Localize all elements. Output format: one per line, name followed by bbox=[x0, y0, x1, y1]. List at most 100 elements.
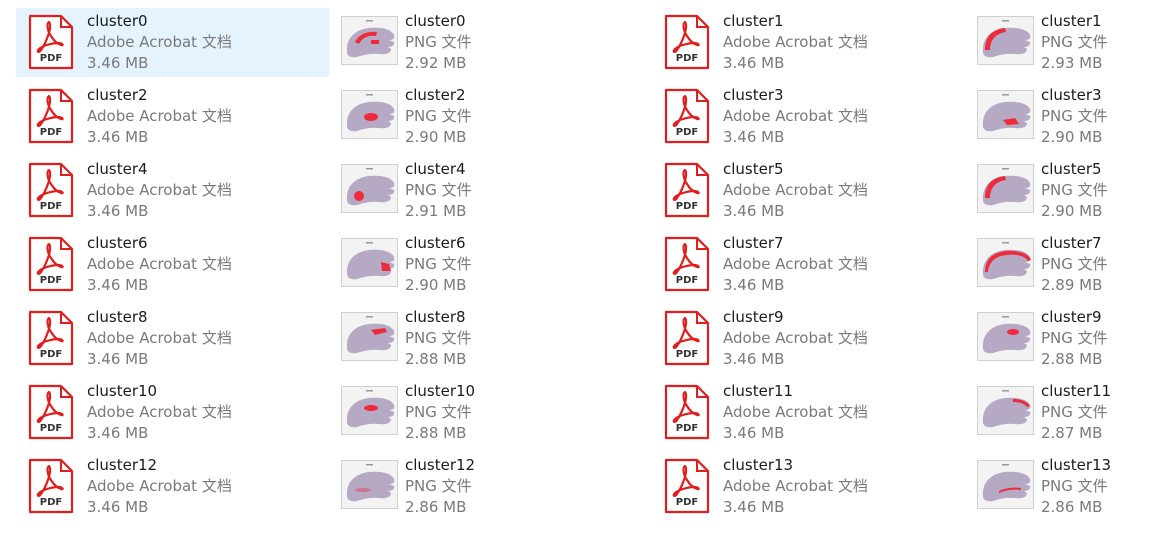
pdf-file-icon: PDF bbox=[28, 162, 74, 218]
thumbnail-wrapper bbox=[977, 16, 1034, 65]
pdf-icon-wrapper: PDF bbox=[663, 457, 711, 515]
png-thumbnail-icon bbox=[341, 312, 398, 361]
pdf-badge-label: PDF bbox=[40, 127, 62, 138]
pdf-badge-label: PDF bbox=[40, 275, 62, 286]
file-item-pdf[interactable]: PDF cluster8 Adobe Acrobat 文档 3.46 MB bbox=[16, 304, 329, 373]
file-grid: PDF cluster0 Adobe Acrobat 文档 3.46 MB cluste… bbox=[16, 8, 1151, 528]
pdf-icon-wrapper: PDF bbox=[663, 13, 711, 71]
file-item-png[interactable]: cluster9 PNG 文件 2.88 MB bbox=[970, 304, 1151, 373]
file-item-png[interactable]: cluster3 PNG 文件 2.90 MB bbox=[970, 82, 1151, 151]
pdf-file-icon: PDF bbox=[664, 88, 710, 144]
file-size: 2.86 MB bbox=[405, 498, 467, 516]
thumbnail-wrapper bbox=[341, 164, 398, 213]
file-size: 3.46 MB bbox=[723, 424, 785, 442]
pdf-icon-wrapper: PDF bbox=[27, 457, 75, 515]
file-name: cluster2 bbox=[405, 86, 466, 104]
file-item-png[interactable]: cluster11 PNG 文件 2.87 MB bbox=[970, 378, 1151, 447]
file-size: 3.46 MB bbox=[723, 202, 785, 220]
file-details: cluster10 PNG 文件 2.88 MB bbox=[405, 381, 475, 444]
file-size: 2.93 MB bbox=[1041, 54, 1103, 72]
file-name: cluster4 bbox=[405, 160, 466, 178]
pdf-icon-wrapper: PDF bbox=[663, 161, 711, 219]
pdf-badge-label: PDF bbox=[676, 127, 698, 138]
file-name: cluster9 bbox=[723, 308, 784, 326]
file-item-png[interactable]: cluster0 PNG 文件 2.92 MB bbox=[334, 8, 647, 77]
file-item-pdf[interactable]: PDF cluster5 Adobe Acrobat 文档 3.46 MB bbox=[652, 156, 965, 225]
file-item-pdf[interactable]: PDF cluster3 Adobe Acrobat 文档 3.46 MB bbox=[652, 82, 965, 151]
file-type: Adobe Acrobat 文档 bbox=[723, 33, 868, 51]
file-item-pdf[interactable]: PDF cluster4 Adobe Acrobat 文档 3.46 MB bbox=[16, 156, 329, 225]
file-item-pdf[interactable]: PDF cluster13 Adobe Acrobat 文档 3.46 MB bbox=[652, 452, 965, 521]
file-size: 2.91 MB bbox=[405, 202, 467, 220]
file-type: PNG 文件 bbox=[405, 181, 472, 199]
file-item-pdf[interactable]: PDF cluster1 Adobe Acrobat 文档 3.46 MB bbox=[652, 8, 965, 77]
file-item-png[interactable]: cluster12 PNG 文件 2.86 MB bbox=[334, 452, 647, 521]
file-name: cluster3 bbox=[723, 86, 784, 104]
file-item-png[interactable]: cluster4 PNG 文件 2.91 MB bbox=[334, 156, 647, 225]
pdf-badge-label: PDF bbox=[40, 423, 62, 434]
pdf-icon-wrapper: PDF bbox=[663, 87, 711, 145]
file-size: 3.46 MB bbox=[723, 128, 785, 146]
file-size: 2.87 MB bbox=[1041, 424, 1103, 442]
file-details: cluster7 PNG 文件 2.89 MB bbox=[1041, 233, 1108, 296]
file-name: cluster6 bbox=[405, 234, 466, 252]
file-size: 3.46 MB bbox=[87, 276, 149, 294]
file-item-png[interactable]: cluster10 PNG 文件 2.88 MB bbox=[334, 378, 647, 447]
file-size: 3.46 MB bbox=[723, 350, 785, 368]
file-type: Adobe Acrobat 文档 bbox=[723, 181, 868, 199]
file-name: cluster7 bbox=[723, 234, 784, 252]
file-type: Adobe Acrobat 文档 bbox=[87, 477, 232, 495]
thumbnail-wrapper bbox=[977, 164, 1034, 213]
thumbnail-wrapper bbox=[341, 386, 398, 435]
file-item-pdf[interactable]: PDF cluster9 Adobe Acrobat 文档 3.46 MB bbox=[652, 304, 965, 373]
file-item-png[interactable]: cluster7 PNG 文件 2.89 MB bbox=[970, 230, 1151, 299]
file-type: PNG 文件 bbox=[405, 255, 472, 273]
file-type: PNG 文件 bbox=[1041, 403, 1108, 421]
pdf-icon-wrapper: PDF bbox=[27, 383, 75, 441]
file-item-pdf[interactable]: PDF cluster12 Adobe Acrobat 文档 3.46 MB bbox=[16, 452, 329, 521]
png-thumbnail-icon bbox=[341, 90, 398, 139]
file-details: cluster11 Adobe Acrobat 文档 3.46 MB bbox=[723, 381, 868, 444]
pdf-icon-wrapper: PDF bbox=[27, 13, 75, 71]
thumbnail-wrapper bbox=[341, 90, 398, 139]
file-name: cluster8 bbox=[87, 308, 148, 326]
file-item-png[interactable]: cluster13 PNG 文件 2.86 MB bbox=[970, 452, 1151, 521]
png-thumbnail-icon bbox=[341, 16, 398, 65]
file-type: PNG 文件 bbox=[405, 329, 472, 347]
file-item-pdf[interactable]: PDF cluster11 Adobe Acrobat 文档 3.46 MB bbox=[652, 378, 965, 447]
file-type: Adobe Acrobat 文档 bbox=[723, 477, 868, 495]
file-type: PNG 文件 bbox=[1041, 477, 1108, 495]
file-details: cluster11 PNG 文件 2.87 MB bbox=[1041, 381, 1111, 444]
file-item-png[interactable]: cluster2 PNG 文件 2.90 MB bbox=[334, 82, 647, 151]
png-thumbnail-icon bbox=[341, 460, 398, 509]
pdf-icon-wrapper: PDF bbox=[663, 235, 711, 293]
file-name: cluster4 bbox=[87, 160, 148, 178]
file-name: cluster13 bbox=[723, 456, 794, 474]
file-item-png[interactable]: cluster1 PNG 文件 2.93 MB bbox=[970, 8, 1151, 77]
file-name: cluster9 bbox=[1041, 308, 1102, 326]
pdf-icon-wrapper: PDF bbox=[663, 309, 711, 367]
file-item-pdf[interactable]: PDF cluster2 Adobe Acrobat 文档 3.46 MB bbox=[16, 82, 329, 151]
png-thumbnail-icon bbox=[977, 164, 1034, 213]
file-details: cluster12 PNG 文件 2.86 MB bbox=[405, 455, 475, 518]
file-details: cluster5 Adobe Acrobat 文档 3.46 MB bbox=[723, 159, 868, 222]
file-item-pdf[interactable]: PDF cluster0 Adobe Acrobat 文档 3.46 MB bbox=[16, 8, 329, 77]
file-name: cluster11 bbox=[723, 382, 794, 400]
file-size: 3.46 MB bbox=[723, 498, 785, 516]
file-item-pdf[interactable]: PDF cluster10 Adobe Acrobat 文档 3.46 MB bbox=[16, 378, 329, 447]
file-item-png[interactable]: cluster6 PNG 文件 2.90 MB bbox=[334, 230, 647, 299]
file-size: 3.46 MB bbox=[87, 350, 149, 368]
file-item-png[interactable]: cluster8 PNG 文件 2.88 MB bbox=[334, 304, 647, 373]
file-details: cluster7 Adobe Acrobat 文档 3.46 MB bbox=[723, 233, 868, 296]
pdf-file-icon: PDF bbox=[664, 384, 710, 440]
file-item-pdf[interactable]: PDF cluster6 Adobe Acrobat 文档 3.46 MB bbox=[16, 230, 329, 299]
pdf-file-icon: PDF bbox=[28, 14, 74, 70]
png-thumbnail-icon bbox=[341, 386, 398, 435]
file-item-pdf[interactable]: PDF cluster7 Adobe Acrobat 文档 3.46 MB bbox=[652, 230, 965, 299]
file-details: cluster8 Adobe Acrobat 文档 3.46 MB bbox=[87, 307, 232, 370]
file-type: PNG 文件 bbox=[405, 107, 472, 125]
file-item-png[interactable]: cluster5 PNG 文件 2.90 MB bbox=[970, 156, 1151, 225]
file-details: cluster9 PNG 文件 2.88 MB bbox=[1041, 307, 1108, 370]
file-details: cluster2 PNG 文件 2.90 MB bbox=[405, 85, 472, 148]
thumbnail-wrapper bbox=[341, 16, 398, 65]
